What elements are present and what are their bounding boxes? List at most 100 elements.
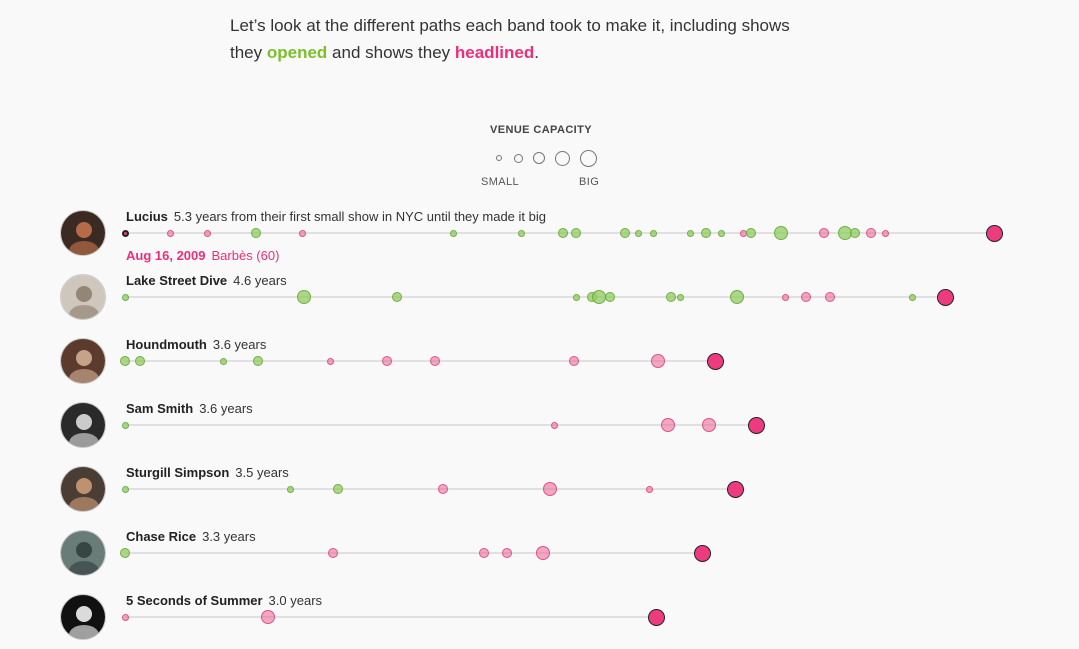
- opened-show-dot[interactable]: [120, 548, 130, 558]
- band-avatar: [60, 274, 106, 320]
- band-avatar: [60, 530, 106, 576]
- opened-show-dot[interactable]: [700, 228, 711, 238]
- legend-circle-small: [513, 153, 523, 163]
- legend-small-label: SMALL: [481, 176, 520, 188]
- opened-show-dot[interactable]: [287, 485, 295, 493]
- headlined-show-dot[interactable]: [502, 548, 513, 558]
- headlined-show-dot[interactable]: [260, 610, 275, 624]
- opened-show-dot[interactable]: [121, 293, 129, 301]
- headlined-show-dot[interactable]: [328, 548, 339, 558]
- headlined-show-dot[interactable]: [551, 421, 559, 429]
- final-show-dot[interactable]: [747, 416, 765, 434]
- headlined-show-dot[interactable]: [121, 613, 129, 621]
- headlined-show-dot[interactable]: [569, 356, 580, 366]
- headlined-show-dot[interactable]: [542, 482, 557, 496]
- band-name: Lake Street Dive 4.6 years: [126, 273, 287, 288]
- opened-show-dot[interactable]: [121, 421, 129, 429]
- opened-show-dot[interactable]: [687, 229, 695, 237]
- band-name: Sam Smith 3.6 years: [126, 401, 253, 416]
- legend-circle-largest: [579, 149, 597, 167]
- opened-show-dot[interactable]: [634, 229, 642, 237]
- opened-show-dot[interactable]: [718, 229, 726, 237]
- headlined-show-dot[interactable]: [382, 356, 393, 366]
- final-show-dot[interactable]: [647, 608, 665, 626]
- band-name-text: Lake Street Dive: [126, 273, 228, 288]
- opened-show-dot[interactable]: [557, 228, 568, 238]
- band-timeline-track: [125, 552, 703, 554]
- headlined-show-dot[interactable]: [701, 418, 716, 432]
- legend-circle-smallest: [496, 155, 502, 161]
- headlined-show-dot[interactable]: [882, 229, 890, 237]
- intro-line-1: Let’s look at the different paths each b…: [230, 16, 790, 35]
- opened-show-dot[interactable]: [134, 356, 145, 366]
- opened-show-dot[interactable]: [908, 293, 916, 301]
- legend-title: VENUE CAPACITY: [490, 124, 592, 136]
- band-name-text: Chase Rice: [126, 529, 197, 544]
- opened-show-dot[interactable]: [333, 484, 344, 494]
- opened-show-dot[interactable]: [849, 228, 860, 238]
- headlined-show-dot[interactable]: [825, 292, 836, 302]
- final-show-dot[interactable]: [985, 224, 1003, 242]
- opened-show-dot[interactable]: [219, 357, 227, 365]
- band-timeline-track: [125, 488, 736, 490]
- opened-show-dot[interactable]: [666, 292, 677, 302]
- opened-show-dot[interactable]: [296, 290, 311, 304]
- headlined-show-dot[interactable]: [646, 485, 654, 493]
- opened-show-dot[interactable]: [620, 228, 631, 238]
- opened-show-dot[interactable]: [605, 292, 616, 302]
- opened-show-dot[interactable]: [649, 229, 657, 237]
- headlined-show-dot[interactable]: [203, 229, 211, 237]
- intro-line-2-post: .: [534, 43, 539, 62]
- band-avatar: [60, 466, 106, 512]
- legend-circle-medium: [533, 152, 545, 164]
- headlined-show-dot[interactable]: [866, 228, 877, 238]
- opened-show-dot[interactable]: [729, 290, 744, 304]
- headlined-show-dot[interactable]: [800, 292, 811, 302]
- band-name-text: Houndmouth: [126, 337, 207, 352]
- opened-show-dot[interactable]: [392, 292, 403, 302]
- headlined-show-dot[interactable]: [429, 356, 440, 366]
- band-name-text: 5 Seconds of Summer: [126, 593, 263, 608]
- band-name: Lucius 5.3 years from their first small s…: [126, 209, 546, 224]
- headlined-show-dot[interactable]: [536, 546, 551, 560]
- opened-show-dot[interactable]: [572, 293, 580, 301]
- band-years: 3.5 years: [235, 465, 289, 480]
- headlined-show-dot[interactable]: [660, 418, 675, 432]
- band-name-text: Sturgill Simpson: [126, 465, 230, 480]
- legend-big-label: BIG: [579, 176, 600, 188]
- opened-show-dot[interactable]: [571, 228, 581, 238]
- band-row: 5 Seconds of Summer 3.0 years: [0, 585, 1079, 649]
- opened-show-dot[interactable]: [251, 228, 262, 238]
- band-row: Houndmouth 3.6 years: [0, 329, 1079, 393]
- opened-show-dot[interactable]: [677, 293, 685, 301]
- band-years: 3.6 years: [199, 401, 253, 416]
- opened-show-dot[interactable]: [746, 228, 757, 238]
- headlined-show-dot[interactable]: [479, 548, 490, 558]
- final-show-dot[interactable]: [693, 544, 711, 562]
- show-tooltip: Aug 16, 2009 Barbès (60): [126, 248, 279, 263]
- opened-show-dot[interactable]: [121, 485, 129, 493]
- headlined-show-dot[interactable]: [818, 228, 829, 238]
- band-name: Chase Rice 3.3 years: [126, 529, 256, 544]
- opened-show-dot[interactable]: [120, 356, 130, 366]
- final-show-dot[interactable]: [726, 480, 744, 498]
- opened-show-dot[interactable]: [591, 290, 606, 304]
- headlined-show-dot[interactable]: [298, 229, 306, 237]
- band-years: 4.6 years: [233, 273, 287, 288]
- legend-circle-large: [554, 150, 570, 166]
- headlined-show-dot[interactable]: [326, 357, 334, 365]
- band-name: Sturgill Simpson 3.5 years: [126, 465, 289, 480]
- opened-show-dot[interactable]: [449, 229, 457, 237]
- band-years: 3.3 years: [202, 529, 256, 544]
- final-show-dot[interactable]: [706, 352, 724, 370]
- opened-show-dot[interactable]: [518, 229, 526, 237]
- headlined-show-dot[interactable]: [438, 484, 449, 494]
- headlined-show-dot[interactable]: [782, 293, 790, 301]
- headlined-show-dot[interactable]: [651, 354, 665, 368]
- headlined-show-dot[interactable]: [167, 229, 175, 237]
- band-avatar: [60, 402, 106, 448]
- opened-show-dot[interactable]: [252, 356, 263, 366]
- final-show-dot[interactable]: [936, 288, 954, 306]
- opened-show-dot[interactable]: [774, 226, 788, 240]
- headlined-show-dot[interactable]: [121, 229, 129, 237]
